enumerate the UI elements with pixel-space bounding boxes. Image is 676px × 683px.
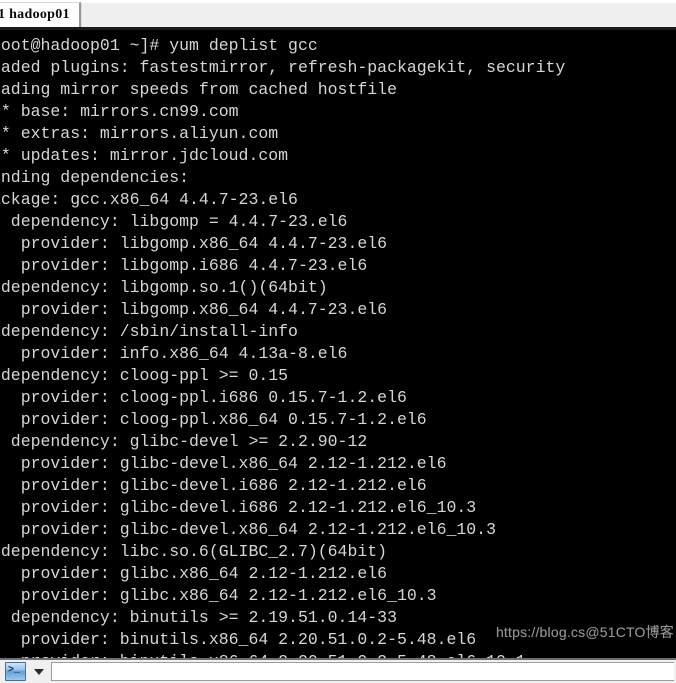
terminal-line: provider: binutils.x86_64 2.20.51.0.2-5.… bbox=[0, 651, 676, 658]
terminal-line: provider: cloog-ppl.i686 0.15.7-1.2.el6 bbox=[0, 388, 407, 407]
terminal-line: provider: cloog-ppl.x86_64 0.15.7-1.2.el… bbox=[0, 410, 427, 429]
terminal-line: dependency: cloog-ppl >= 0.15 bbox=[0, 366, 289, 385]
terminal-line: * updates: mirror.jdcloud.com bbox=[0, 146, 289, 165]
terminal-line: root@hadoop01 ~]# yum deplist gcc bbox=[0, 36, 318, 55]
terminal-line: dependency: binutils >= 2.19.51.0.14-33 bbox=[0, 608, 397, 627]
terminal-line: dependency: glibc-devel >= 2.2.90-12 bbox=[0, 432, 368, 451]
terminal-line: provider: libgomp.i686 4.4.7-23.el6 bbox=[0, 256, 368, 275]
command-prompt-icon[interactable] bbox=[5, 662, 26, 681]
tab-bar: 1 hadoop01 bbox=[0, 0, 676, 30]
tab-hadoop01[interactable]: 1 hadoop01 bbox=[0, 2, 81, 27]
tab-bar-empty-area bbox=[80, 2, 676, 27]
terminal-line: oading mirror speeds from cached hostfil… bbox=[0, 80, 397, 99]
terminal-line: provider: glibc-devel.i686 2.12-1.212.el… bbox=[0, 476, 427, 495]
terminal-line: provider: glibc.x86_64 2.12-1.212.el6_10… bbox=[0, 586, 437, 605]
terminal-line: dependency: libc.so.6(GLIBC_2.7)(64bit) bbox=[0, 542, 388, 561]
terminal-window: 1 hadoop01 root@hadoop01 ~]# yum deplist… bbox=[0, 0, 676, 683]
command-input[interactable] bbox=[51, 662, 674, 681]
terminal-output[interactable]: root@hadoop01 ~]# yum deplist gcc oaded … bbox=[0, 30, 676, 658]
terminal-line: dependency: /sbin/install-info bbox=[0, 322, 298, 341]
terminal-line: provider: glibc-devel.x86_64 2.12-1.212.… bbox=[0, 520, 496, 539]
terminal-line: provider: libgomp.x86_64 4.4.7-23.el6 bbox=[0, 234, 388, 253]
terminal-line: inding dependencies: bbox=[0, 168, 190, 187]
tab-label: 1 hadoop01 bbox=[0, 7, 70, 22]
terminal-line: * extras: mirrors.aliyun.com bbox=[0, 124, 279, 143]
terminal-line: provider: glibc-devel.x86_64 2.12-1.212.… bbox=[0, 454, 447, 473]
terminal-line: ackage: gcc.x86_64 4.4.7-23.el6 bbox=[0, 190, 298, 209]
terminal-line: provider: glibc.x86_64 2.12-1.212.el6 bbox=[0, 564, 388, 583]
terminal-line: dependency: libgomp.so.1()(64bit) bbox=[0, 278, 328, 297]
terminal-line: provider: binutils.x86_64 2.20.51.0.2-5.… bbox=[0, 630, 477, 649]
terminal-line: * base: mirrors.cn99.com bbox=[0, 102, 239, 121]
terminal-line: provider: glibc-devel.i686 2.12-1.212.el… bbox=[0, 498, 477, 517]
bottom-command-bar bbox=[0, 658, 676, 683]
terminal-line: provider: libgomp.x86_64 4.4.7-23.el6 bbox=[0, 300, 388, 319]
terminal-line: dependency: libgomp = 4.4.7-23.el6 bbox=[0, 212, 348, 231]
chevron-down-icon[interactable] bbox=[34, 668, 44, 675]
terminal-line: provider: info.x86_64 4.13a-8.el6 bbox=[0, 344, 348, 363]
terminal-line: oaded plugins: fastestmirror, refresh-pa… bbox=[0, 58, 566, 77]
